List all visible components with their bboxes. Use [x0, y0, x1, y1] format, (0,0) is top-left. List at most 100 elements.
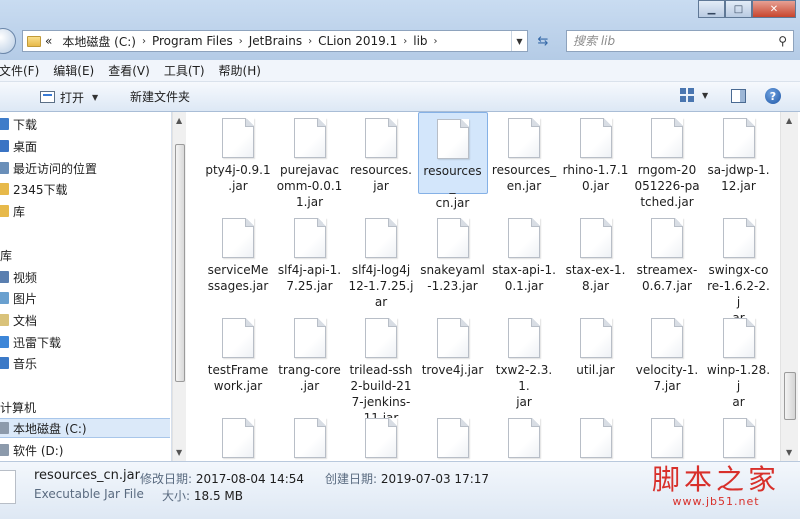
- nav-item[interactable]: 库: [0, 245, 170, 265]
- nav-item[interactable]: 下载: [0, 114, 170, 134]
- breadcrumb-separator[interactable]: ›: [434, 36, 438, 47]
- menu-view[interactable]: 查看(V): [101, 62, 157, 79]
- breadcrumb-separator[interactable]: ›: [403, 36, 407, 47]
- file-scroll-thumb[interactable]: [784, 372, 796, 420]
- nav-item[interactable]: 2345下载: [0, 179, 170, 199]
- file-name: util.jar: [561, 362, 631, 378]
- breadcrumb-separator[interactable]: ›: [308, 36, 312, 47]
- file-item[interactable]: [418, 412, 488, 461]
- scroll-up-icon[interactable]: ▲: [786, 116, 792, 125]
- nav-scrollbar[interactable]: ▲ ▼: [172, 112, 186, 461]
- nav-item[interactable]: 库: [0, 201, 170, 221]
- file-item[interactable]: [632, 412, 702, 461]
- file-item[interactable]: rhino-1.7.1 0.jar: [561, 112, 631, 194]
- jar-file-icon: [436, 418, 469, 458]
- file-name: resources_ cn.jar: [419, 163, 487, 211]
- nav-item[interactable]: 迅雷下载: [0, 332, 170, 352]
- file-item[interactable]: serviceMe ssages.jar: [203, 212, 273, 294]
- nav-item[interactable]: 本地磁盘 (C:): [0, 418, 170, 438]
- minimize-button[interactable]: ▁: [698, 0, 725, 18]
- address-bar[interactable]: « 本地磁盘 (C:) › Program Files › JetBrains …: [22, 30, 528, 52]
- nav-item[interactable]: 图片: [0, 288, 170, 308]
- file-item[interactable]: trove4j.jar: [418, 312, 488, 378]
- file-item[interactable]: testFrame work.jar: [203, 312, 273, 394]
- scroll-up-icon[interactable]: ▲: [176, 116, 182, 125]
- file-name: snakeyaml -1.23.jar: [418, 262, 488, 294]
- refresh-button[interactable]: ⇆: [530, 30, 556, 52]
- file-item[interactable]: rngom-20 051226-pa tched.jar: [632, 112, 702, 210]
- breadcrumb-program-files[interactable]: Program Files: [152, 34, 233, 48]
- file-item[interactable]: pty4j-0.9.1 .jar: [203, 112, 273, 194]
- scroll-down-icon[interactable]: ▼: [786, 448, 792, 457]
- menu-tools[interactable]: 工具(T): [157, 62, 212, 79]
- nav-item[interactable]: 文档: [0, 310, 170, 330]
- file-item[interactable]: velocity-1. 7.jar: [632, 312, 702, 394]
- breadcrumb-separator[interactable]: ›: [142, 36, 146, 47]
- file-item[interactable]: [704, 412, 774, 461]
- file-item[interactable]: purejavac omm-0.0.1 1.jar: [275, 112, 345, 210]
- nav-scroll-thumb[interactable]: [175, 144, 185, 382]
- search-icon[interactable]: ⚲: [778, 34, 787, 48]
- file-item[interactable]: winp-1.28.j ar: [704, 312, 774, 410]
- file-item[interactable]: stax-api-1. 0.1.jar: [489, 212, 559, 294]
- menu-file[interactable]: 文件(F): [0, 62, 46, 79]
- scroll-down-icon[interactable]: ▼: [176, 448, 182, 457]
- menu-help[interactable]: 帮助(H): [212, 62, 268, 79]
- file-scrollbar[interactable]: ▲ ▼: [780, 112, 798, 461]
- refresh-icon: ⇆: [537, 33, 549, 49]
- jar-file-icon: [365, 418, 397, 458]
- file-item[interactable]: [346, 412, 416, 461]
- file-item[interactable]: [489, 412, 559, 461]
- open-button[interactable]: 打开 ▼: [40, 88, 98, 106]
- file-item[interactable]: [561, 412, 631, 461]
- breadcrumb-local-disk[interactable]: 本地磁盘 (C:): [62, 33, 136, 50]
- file-item[interactable]: trilead-ssh2-build-217-jenkins-11.jar: [346, 312, 416, 426]
- preview-pane-button[interactable]: [731, 89, 746, 103]
- file-item[interactable]: txw2-2.3.1. jar: [489, 312, 559, 410]
- file-name: streamex- 0.6.7.jar: [632, 262, 702, 294]
- jar-file-icon: [293, 118, 326, 158]
- menu-bar: 文件(F) 编辑(E) 查看(V) 工具(T) 帮助(H): [0, 60, 800, 82]
- nav-item[interactable]: 软件 (D:): [0, 440, 170, 460]
- file-item[interactable]: slf4j-log4j 12-1.7.25.j ar: [346, 212, 416, 310]
- file-item[interactable]: resources_ cn.jar: [417, 112, 488, 210]
- search-box[interactable]: ⚲: [566, 30, 794, 52]
- file-name: slf4j-api-1. 7.25.jar: [275, 262, 345, 294]
- nav-item[interactable]: 视频: [0, 267, 170, 287]
- menu-edit[interactable]: 编辑(E): [46, 62, 101, 79]
- file-item[interactable]: stax-ex-1. 8.jar: [561, 212, 631, 294]
- nav-item[interactable]: 计算机: [0, 397, 170, 417]
- file-item[interactable]: util.jar: [561, 312, 631, 378]
- jar-file-icon: [436, 119, 469, 159]
- file-item[interactable]: slf4j-api-1. 7.25.jar: [275, 212, 345, 294]
- breadcrumb-clion[interactable]: CLion 2019.1: [318, 34, 397, 48]
- breadcrumb-jetbrains[interactable]: JetBrains: [249, 34, 302, 48]
- help-button[interactable]: ?: [765, 88, 781, 104]
- breadcrumb-overflow[interactable]: «: [45, 34, 52, 48]
- maximize-button[interactable]: □: [725, 0, 752, 18]
- file-item[interactable]: streamex- 0.6.7.jar: [632, 212, 702, 294]
- change-view-button[interactable]: ▼: [680, 88, 708, 102]
- file-name: rngom-20 051226-pa tched.jar: [632, 162, 702, 210]
- file-item[interactable]: resources_ en.jar: [489, 112, 559, 194]
- close-button[interactable]: ✕: [752, 0, 796, 18]
- nav-item[interactable]: 桌面: [0, 136, 170, 156]
- breadcrumb-separator[interactable]: ›: [239, 36, 243, 47]
- file-name-line: 0.jar: [581, 179, 610, 193]
- back-button[interactable]: [0, 28, 16, 54]
- nav-item[interactable]: 最近访问的位置: [0, 158, 170, 178]
- file-item[interactable]: resources. jar: [346, 112, 416, 194]
- file-item[interactable]: snakeyaml -1.23.jar: [418, 212, 488, 294]
- file-item[interactable]: [275, 412, 345, 461]
- file-item[interactable]: swingx-core-1.6.2-2.jar: [704, 212, 774, 326]
- breadcrumb-lib[interactable]: lib: [413, 34, 427, 48]
- jar-file-icon: [651, 418, 683, 458]
- search-input[interactable]: [573, 34, 763, 48]
- new-folder-button[interactable]: 新建文件夹: [130, 88, 190, 105]
- nav-item[interactable]: 音乐: [0, 353, 170, 373]
- file-item[interactable]: [203, 412, 273, 461]
- file-name-line: 8.jar: [581, 279, 610, 293]
- file-item[interactable]: trang-core .jar: [275, 312, 345, 394]
- file-item[interactable]: sa-jdwp-1. 12.jar: [704, 112, 774, 194]
- address-dropdown-button[interactable]: ▼: [511, 31, 527, 51]
